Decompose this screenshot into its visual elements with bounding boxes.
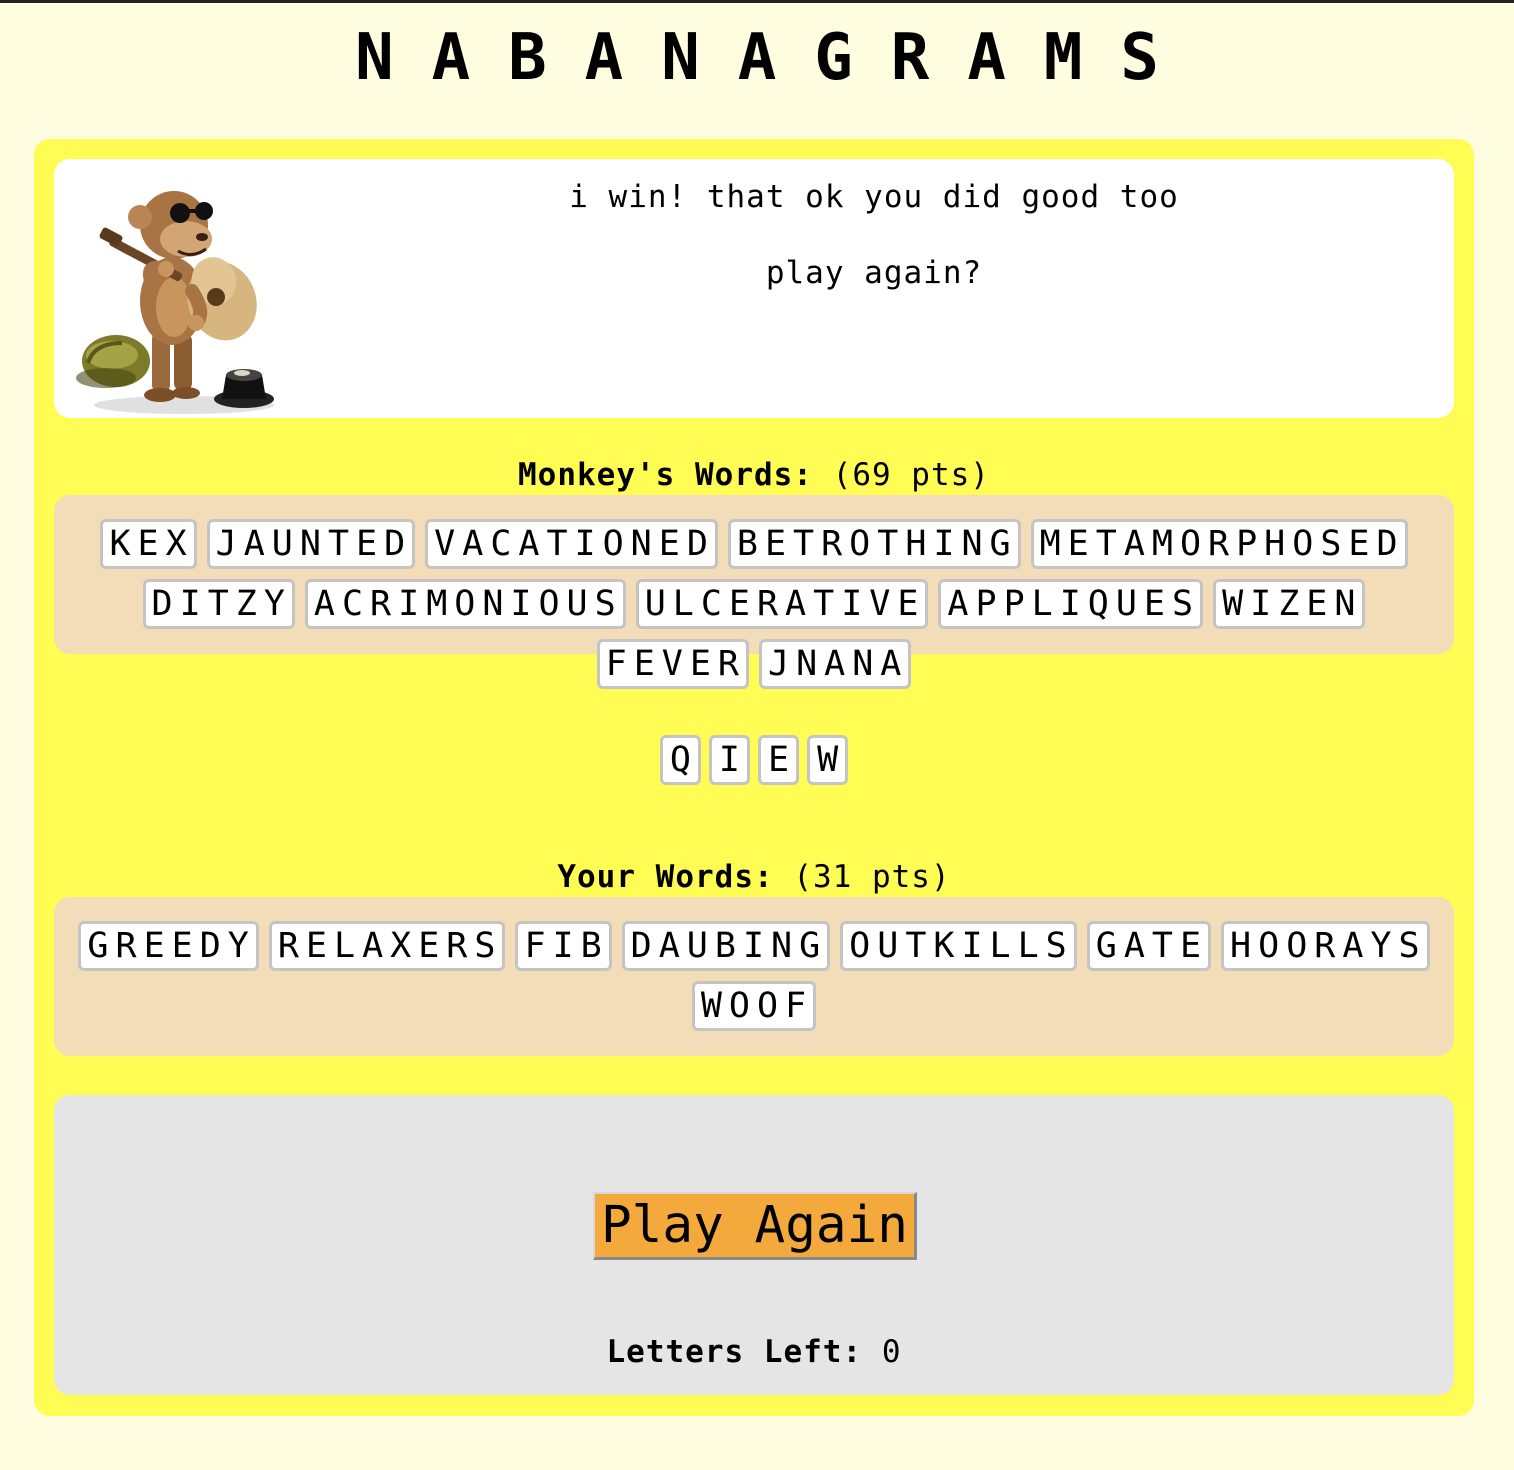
your-word-tile: GREEDY: [78, 921, 259, 971]
your-word-tile: GATE: [1086, 921, 1212, 971]
monkey-word-tile: VACATIONED: [425, 519, 718, 569]
monkey-word-tile: ACRIMONIOUS: [304, 579, 626, 629]
monkey-words-points: (69 pts): [832, 457, 990, 493]
monkey-word-tile: DITZY: [142, 579, 295, 629]
pool-letter-tile: E: [758, 735, 800, 785]
your-word-tile: DAUBING: [621, 921, 831, 971]
letter-pool: QIEW: [34, 735, 1474, 785]
your-word-tile: WOOF: [691, 981, 817, 1031]
letters-left-label: Letters Left:: [606, 1334, 863, 1370]
your-word-tile: OUTKILLS: [840, 921, 1077, 971]
monkey-word-tile: JNANA: [759, 639, 912, 689]
letters-left-value: 0: [881, 1334, 902, 1370]
top-rule: [0, 0, 1514, 3]
pool-letter-tile: Q: [659, 735, 701, 785]
monkey-word-tile: WIZEN: [1213, 579, 1366, 629]
game-board: i win! that ok you did good too play aga…: [34, 139, 1474, 1416]
play-again-button[interactable]: Play Again: [593, 1192, 917, 1260]
monkey-words-area: KEX JAUNTED VACATIONED BETROTHING METAMORPHO…: [54, 495, 1454, 689]
your-words-area: GREEDY RELAXERS FIB DAUBING OUTKILLS GATE HOOR…: [54, 897, 1454, 1056]
message-line-2: play again?: [765, 255, 983, 291]
monkey-word-tile: METAMORPHOSED: [1030, 519, 1408, 569]
your-word-tile: FIB: [515, 921, 612, 971]
page-title: NABANAGRAMS: [355, 21, 1197, 95]
pool-letter-tile: W: [807, 735, 849, 785]
pool-letter-tile: I: [708, 735, 750, 785]
letters-left-status: Letters Left: 0: [54, 1334, 1454, 1370]
your-words-label: Your Words:: [557, 859, 774, 895]
your-words-heading: Your Words: (31 pts): [34, 857, 1474, 897]
monkey-word-tile: JAUNTED: [206, 519, 416, 569]
control-panel: Play Again Letters Left: 0: [54, 1095, 1454, 1395]
guitar-playing-monkey-icon: [76, 191, 274, 414]
monkey-word-tile: FEVER: [596, 639, 749, 689]
monkey-words-label: Monkey's Words:: [518, 457, 813, 493]
monkey-word-tile: KEX: [100, 519, 197, 569]
your-word-tile: RELAXERS: [268, 921, 506, 971]
monkey-word-tile: ULCERATIVE: [635, 579, 929, 629]
message-panel: i win! that ok you did good too play aga…: [54, 159, 1454, 418]
monkey-words-heading: Monkey's Words: (69 pts): [34, 455, 1474, 495]
message-line-1: i win! that ok you did good too: [569, 179, 1179, 215]
your-word-tile: HOORAYS: [1221, 921, 1430, 971]
your-words-points: (31 pts): [793, 859, 951, 895]
monkey-word-tile: APPLIQUES: [938, 579, 1204, 629]
monkey-word-tile: BETROTHING: [727, 519, 1021, 569]
